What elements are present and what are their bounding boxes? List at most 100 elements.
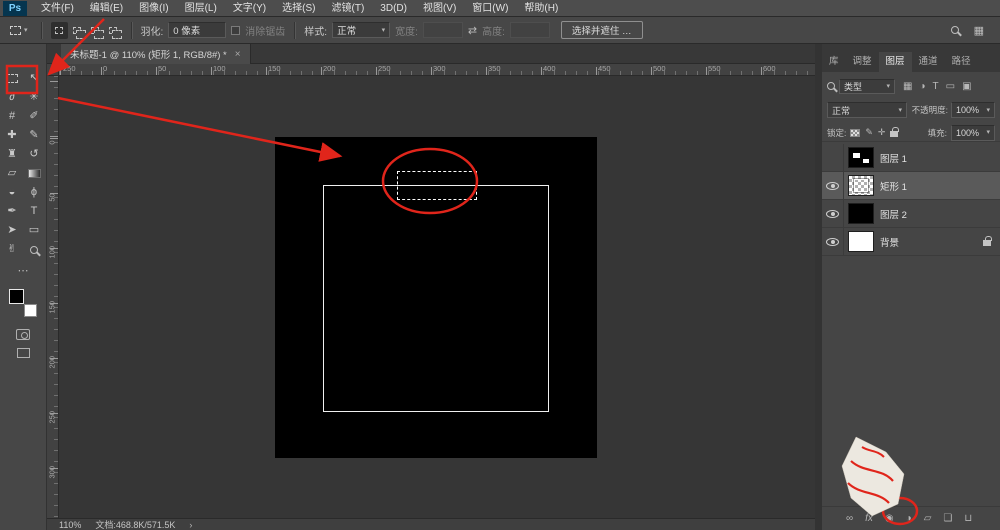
shape-tool-icon: ▭ xyxy=(29,225,39,236)
new-layer-icon[interactable]: ❏ xyxy=(943,514,952,524)
shape-tool[interactable]: ▭ xyxy=(23,222,45,239)
filter-type-select[interactable]: 类型 ▾ xyxy=(839,79,895,94)
layer-visibility-toggle[interactable] xyxy=(822,172,844,199)
width-input[interactable] xyxy=(423,22,463,38)
canvas-pasteboard[interactable] xyxy=(59,76,815,518)
magic-wand-tool[interactable]: ✳ xyxy=(23,89,45,106)
add-layer-mask-icon[interactable]: ◉ xyxy=(885,514,894,524)
hand-tool[interactable]: ✌ xyxy=(1,241,23,258)
lock-image-pixels-icon[interactable]: ✎ xyxy=(865,127,873,138)
subtract-from-selection-button[interactable] xyxy=(87,22,104,39)
menu-item[interactable]: 图像(I) xyxy=(131,0,176,17)
new-group-icon[interactable]: ▱ xyxy=(924,514,932,524)
dodge-tool[interactable]: ϕ xyxy=(23,184,45,201)
document-tab[interactable]: 未标题-1 @ 110% (矩形 1, RGB/8#) * × xyxy=(61,44,251,64)
menu-item[interactable]: 3D(D) xyxy=(372,0,415,17)
type-tool[interactable]: T xyxy=(23,203,45,220)
lock-transparent-pixels-icon[interactable] xyxy=(850,129,860,137)
search-icon[interactable] xyxy=(951,26,959,34)
screen-mode-icon[interactable] xyxy=(17,348,30,358)
close-icon[interactable]: × xyxy=(235,49,241,60)
layer-visibility-toggle[interactable] xyxy=(822,200,844,227)
new-selection-button[interactable] xyxy=(51,22,68,39)
menu-item[interactable]: 编辑(E) xyxy=(82,0,131,17)
zoom-level[interactable]: 110% xyxy=(59,520,81,530)
menu-item[interactable]: 文件(F) xyxy=(33,0,82,17)
path-selection-tool[interactable]: ➤ xyxy=(1,222,23,239)
photoshop-logo: Ps xyxy=(3,1,27,16)
filter-smart-objects-icon[interactable]: ▣ xyxy=(960,81,973,92)
rectangular-marquee-tool[interactable] xyxy=(1,70,23,87)
layer-thumbnail[interactable] xyxy=(848,175,874,196)
clone-stamp-tool[interactable]: ♜ xyxy=(1,146,23,163)
workspace-icon[interactable]: ▦ xyxy=(974,24,984,37)
layer-row[interactable]: 图层 2 xyxy=(822,200,1000,228)
intersect-selection-button[interactable] xyxy=(105,22,122,39)
opacity-select[interactable]: 100% ▾ xyxy=(951,102,995,118)
add-to-selection-button[interactable] xyxy=(69,22,86,39)
gradient-tool[interactable] xyxy=(23,165,45,182)
move-tool[interactable]: ↖ xyxy=(23,70,45,87)
layer-row[interactable]: 图层 1 xyxy=(822,144,1000,172)
fill-select[interactable]: 100% ▾ xyxy=(951,125,995,141)
panel-tab[interactable]: 调整 xyxy=(846,52,879,72)
ruler-label: 50 xyxy=(48,192,57,204)
menu-item[interactable]: 视图(V) xyxy=(415,0,464,17)
layer-visibility-toggle[interactable] xyxy=(822,144,844,171)
antialias-checkbox[interactable] xyxy=(231,26,240,35)
lock-position-icon[interactable]: ✛ xyxy=(878,127,886,138)
style-select[interactable]: 正常 ▾ xyxy=(332,22,390,38)
layer-thumbnail[interactable] xyxy=(848,231,874,252)
selection-square-icon xyxy=(55,27,63,34)
zoom-tool[interactable] xyxy=(23,241,45,258)
height-input[interactable] xyxy=(510,22,550,38)
new-adjustment-layer-icon[interactable]: ◑ xyxy=(906,514,912,524)
ruler-label: 250 xyxy=(48,412,57,424)
blend-mode-value: 正常 xyxy=(832,104,850,117)
panel-tab[interactable]: 库 xyxy=(822,52,846,72)
feather-input[interactable]: 0 像素 xyxy=(168,22,226,38)
layer-row[interactable]: 矩形 1 xyxy=(822,172,1000,200)
panel-tab[interactable]: 路径 xyxy=(945,52,978,72)
menu-item[interactable]: 窗口(W) xyxy=(464,0,516,17)
document-canvas[interactable] xyxy=(275,137,597,458)
delete-layer-icon[interactable]: ⊔ xyxy=(964,514,972,524)
crop-tool[interactable]: # xyxy=(1,108,23,125)
blur-tool[interactable]: ◒ xyxy=(1,184,23,201)
panel-tab[interactable]: 通道 xyxy=(912,52,945,72)
foreground-color-swatch[interactable] xyxy=(9,289,24,304)
background-color-swatch[interactable] xyxy=(24,304,37,317)
history-brush-tool[interactable]: ↺ xyxy=(23,146,45,163)
lock-all-icon[interactable] xyxy=(890,131,898,137)
layer-thumbnail[interactable] xyxy=(848,203,874,224)
panel-tab[interactable]: 图层 xyxy=(879,52,912,72)
quick-mask-icon[interactable] xyxy=(16,329,30,340)
layer-thumbnail[interactable] xyxy=(848,147,874,168)
filter-shape-layers-icon[interactable]: ▭ xyxy=(944,81,957,92)
eyedropper-tool[interactable]: ✐ xyxy=(23,108,45,125)
swap-width-height-icon[interactable]: ⇄ xyxy=(468,24,477,37)
menu-item[interactable]: 文字(Y) xyxy=(225,0,274,17)
eraser-tool[interactable]: ▱ xyxy=(1,165,23,182)
status-expander-icon[interactable]: › xyxy=(189,520,192,530)
select-and-mask-button[interactable]: 选择并遮住 … xyxy=(561,21,643,39)
filter-pixel-layers-icon[interactable]: ▦ xyxy=(901,81,914,92)
brush-tool[interactable]: ✎ xyxy=(23,127,45,144)
lasso-tool[interactable]: ∂ xyxy=(1,89,23,106)
healing-brush-tool[interactable]: ✚ xyxy=(1,127,23,144)
blend-mode-select[interactable]: 正常 ▾ xyxy=(827,102,907,118)
pen-tool[interactable]: ✒ xyxy=(1,203,23,220)
link-layers-icon[interactable]: ∞ xyxy=(846,514,853,524)
menu-item[interactable]: 帮助(H) xyxy=(516,0,566,17)
menu-item[interactable]: 选择(S) xyxy=(274,0,323,17)
menu-item[interactable]: 图层(L) xyxy=(177,0,225,17)
layer-row[interactable]: 背景 xyxy=(822,228,1000,256)
layer-style-icon[interactable]: fx xyxy=(865,514,873,524)
filter-adjustment-layers-icon[interactable]: ◑ xyxy=(917,81,927,92)
filter-type-layers-icon[interactable]: T xyxy=(931,81,941,92)
layer-visibility-toggle[interactable] xyxy=(822,228,844,255)
edit-toolbar-button[interactable]: ⋯ xyxy=(0,264,46,277)
menu-item[interactable]: 滤镜(T) xyxy=(324,0,373,17)
pen-tool-icon: ✒ xyxy=(7,206,16,217)
tool-preset-dropdown[interactable]: ▾ xyxy=(6,24,32,37)
